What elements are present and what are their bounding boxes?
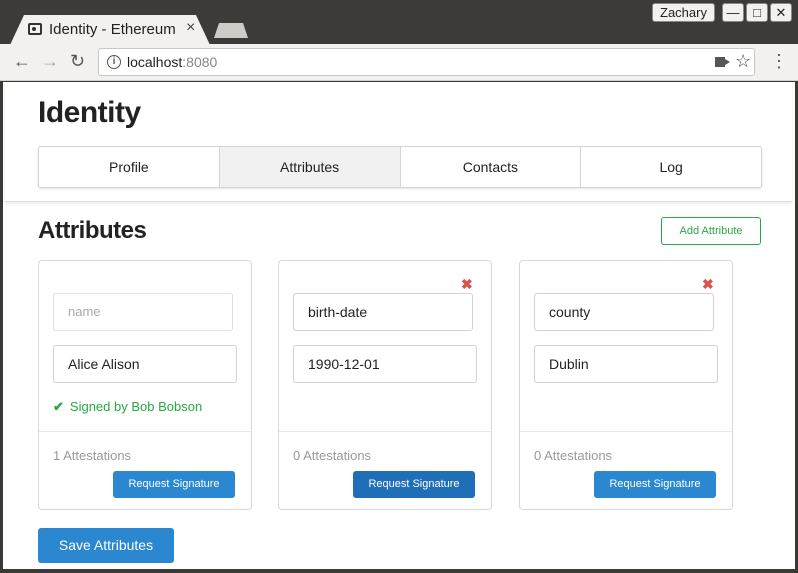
attribute-value-input[interactable]: Dublin xyxy=(534,345,718,383)
url-text: localhost:8080 xyxy=(127,54,217,70)
title-bar: Identity - Ethereum × Zachary — □ ✕ xyxy=(0,0,798,45)
tab-close-icon[interactable]: × xyxy=(186,19,195,37)
maximize-button[interactable]: □ xyxy=(746,3,768,22)
url-host: localhost xyxy=(127,54,183,70)
browser-toolbar: ← → ↻ i localhost:8080 ☆ ⋮ xyxy=(0,44,798,81)
camera-icon[interactable] xyxy=(715,57,730,67)
request-signature-button[interactable]: Request Signature xyxy=(353,471,475,498)
attribute-name-input[interactable]: name xyxy=(53,293,233,331)
nav-tabs: Profile Attributes Contacts Log xyxy=(38,146,762,188)
attribute-card: ✖ birth-date 1990-12-01 0 Attestations R… xyxy=(278,260,492,510)
tab-contacts[interactable]: Contacts xyxy=(401,147,582,187)
add-attribute-button[interactable]: Add Attribute xyxy=(661,217,761,245)
tab-attributes[interactable]: Attributes xyxy=(219,147,401,187)
attribute-value-input[interactable]: 1990-12-01 xyxy=(293,345,477,383)
attribute-name-input[interactable]: county xyxy=(534,293,714,331)
request-signature-button[interactable]: Request Signature xyxy=(594,471,716,498)
bookmark-star-icon[interactable]: ☆ xyxy=(735,51,751,72)
section-title: Attributes xyxy=(38,217,147,244)
save-attributes-button[interactable]: Save Attributes xyxy=(38,528,174,563)
info-icon[interactable]: i xyxy=(107,55,121,69)
remove-attribute-icon[interactable]: ✖ xyxy=(702,276,714,293)
attestation-count: 0 Attestations xyxy=(293,448,372,463)
remove-attribute-icon[interactable]: ✖ xyxy=(461,276,473,293)
card-footer: 0 Attestations Request Signature xyxy=(520,431,732,509)
back-icon[interactable]: ← xyxy=(13,51,31,72)
request-signature-button[interactable]: Request Signature xyxy=(113,471,235,498)
tab-title: Identity - Ethereum xyxy=(49,21,176,38)
page-viewport: Identity Profile Attributes Contacts Log… xyxy=(3,82,795,569)
attestation-count: 0 Attestations xyxy=(534,448,613,463)
url-port: :8080 xyxy=(182,54,218,70)
check-icon: ✔ xyxy=(53,399,64,414)
profile-button[interactable]: Zachary xyxy=(652,3,715,22)
tab-log[interactable]: Log xyxy=(581,147,761,187)
forward-icon[interactable]: → xyxy=(41,51,59,72)
signed-text: Signed by Bob Bobson xyxy=(69,399,203,414)
attribute-value-input[interactable]: Alice Alison xyxy=(53,345,237,383)
card-footer: 0 Attestations Request Signature xyxy=(279,431,491,509)
app-title: Identity xyxy=(38,96,141,129)
browser-menu-icon[interactable]: ⋮ xyxy=(770,51,788,72)
attribute-card: name Alice Alison ✔ Signed by Bob Bobson … xyxy=(38,260,252,510)
reload-icon[interactable]: ↻ xyxy=(70,51,85,72)
app-header: Identity Profile Attributes Contacts Log xyxy=(5,82,792,202)
attribute-card: ✖ county Dublin 0 Attestations Request S… xyxy=(519,260,733,510)
attribute-name-input[interactable]: birth-date xyxy=(293,293,473,331)
card-footer: 1 Attestations Request Signature xyxy=(39,431,251,509)
browser-tab[interactable]: Identity - Ethereum × xyxy=(10,15,210,45)
minimize-button[interactable]: — xyxy=(722,3,744,22)
close-window-button[interactable]: ✕ xyxy=(770,3,792,22)
tab-profile[interactable]: Profile xyxy=(39,147,220,187)
new-tab-button[interactable] xyxy=(214,23,248,38)
signed-status: ✔ Signed by Bob Bobson xyxy=(53,399,202,415)
address-bar[interactable]: i localhost:8080 ☆ xyxy=(98,48,755,76)
id-card-icon xyxy=(28,23,42,35)
attestation-count: 1 Attestations xyxy=(53,448,132,463)
